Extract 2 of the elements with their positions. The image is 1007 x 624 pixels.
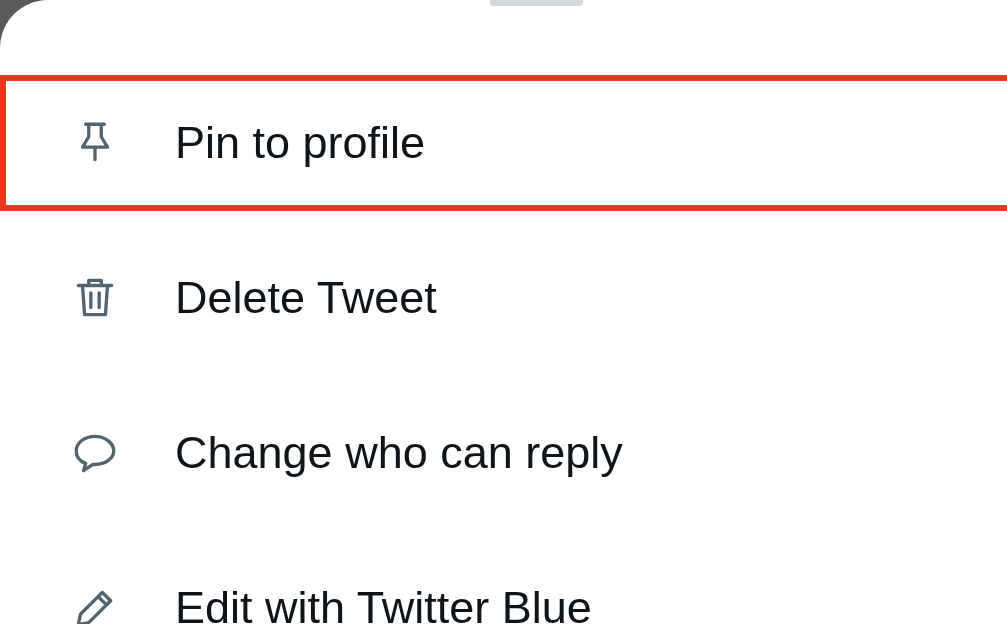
menu-item[interactable]: Pin to profile — [0, 75, 1007, 211]
drag-handle[interactable] — [490, 0, 583, 6]
